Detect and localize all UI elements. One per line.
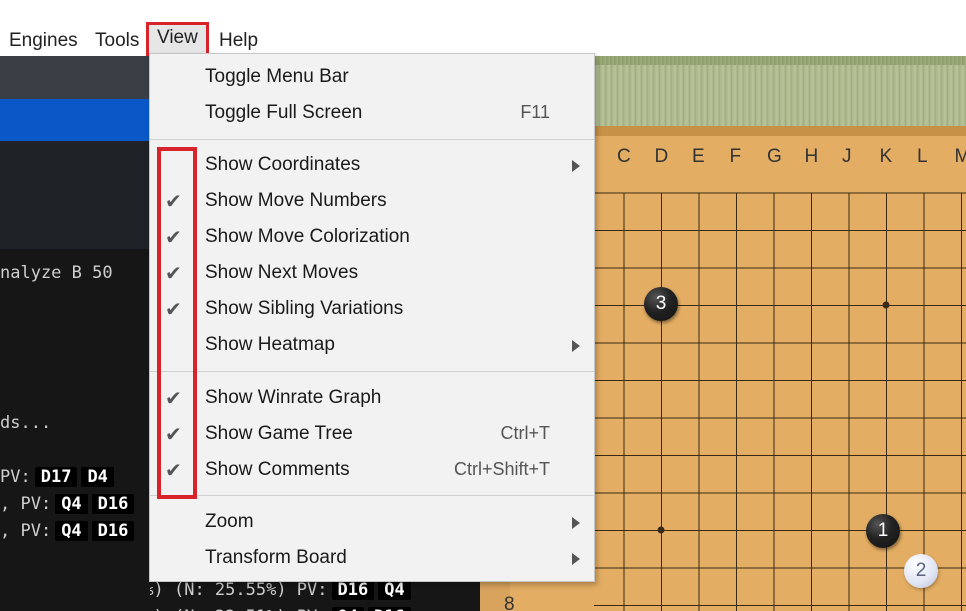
submenu-arrow-icon xyxy=(572,160,580,172)
submenu-arrow-icon xyxy=(572,553,580,565)
menu-item-show-move-numbers[interactable]: ✔ Show Move Numbers xyxy=(150,184,594,220)
menu-item-transform-board[interactable]: Transform Board xyxy=(150,541,594,577)
checkmark-highlight-box xyxy=(157,147,197,499)
log-line: %) (LCB: 41.87%) (N: 25.55%) PV:D16Q4 xyxy=(150,580,411,600)
menu-item-shortcut: Ctrl+Shift+T xyxy=(453,459,550,479)
black-stone[interactable]: 3 xyxy=(644,287,678,321)
column-coordinate: C xyxy=(617,146,631,167)
pv-move-chip: D16 xyxy=(368,607,411,611)
menu-item-label: Show Move Numbers xyxy=(205,190,387,211)
pv-move-chip: Q4 xyxy=(55,494,88,514)
menu-item-show-sibling-variations[interactable]: ✔ Show Sibling Variations xyxy=(150,292,594,328)
menu-item-show-winrate-graph[interactable]: ✔ Show Winrate Graph xyxy=(150,381,594,417)
next-move-suggestion[interactable]: 2 xyxy=(904,554,938,588)
menu-engines[interactable]: Engines xyxy=(5,28,82,54)
pv-move-chip: D16 xyxy=(331,580,375,600)
pv-move-chip: Q4 xyxy=(331,607,364,611)
menu-item-label: Show Heatmap xyxy=(205,334,335,355)
log-text: , PV: xyxy=(0,494,52,514)
submenu-arrow-icon xyxy=(572,340,580,352)
submenu-arrow-icon xyxy=(572,517,580,529)
menu-separator xyxy=(150,495,594,496)
log-line: PV: D17 D4 xyxy=(0,467,114,487)
menu-item-zoom[interactable]: Zoom xyxy=(150,505,594,541)
menu-item-label: Toggle Full Screen xyxy=(205,102,363,123)
log-line: %) (LCB: 41.86%) (N: 22.51%) PV:Q4 D16 xyxy=(150,607,411,611)
log-text: PV: xyxy=(0,467,31,487)
view-menu-dropdown: Toggle Menu Bar Toggle Full Screen F11 Show… xyxy=(149,53,595,582)
log-line: nalyze B 50 xyxy=(0,263,113,283)
menu-help[interactable]: Help xyxy=(215,28,262,54)
pv-move-chip: D16 xyxy=(91,494,135,514)
menu-bar: Engines Tools View Help xyxy=(0,0,966,56)
menu-item-label: Show Game Tree xyxy=(205,423,353,444)
log-line: ds... xyxy=(0,413,51,433)
menu-item-label: Show Sibling Variations xyxy=(205,298,404,319)
pv-move-chip: D4 xyxy=(81,467,114,487)
engine-log-panel: nalyze B 50 ds... PV: D17 D4, PV: Q4 D16, PV:… xyxy=(0,56,150,611)
menu-item-show-coordinates[interactable]: Show Coordinates xyxy=(150,148,594,184)
menu-item-shortcut: F11 xyxy=(520,102,550,122)
row-coordinate: 8 xyxy=(504,594,515,611)
move-number: 3 xyxy=(655,293,667,314)
move-number: 2 xyxy=(915,560,927,581)
column-coordinate: F xyxy=(729,146,742,167)
column-coordinate: E xyxy=(692,146,705,167)
menu-item-show-next-moves[interactable]: ✔ Show Next Moves xyxy=(150,256,594,292)
pv-move-chip: D16 xyxy=(91,521,135,541)
move-number: 1 xyxy=(877,520,889,541)
log-text: , PV: xyxy=(0,521,52,541)
pv-move-chip: Q4 xyxy=(378,580,411,600)
menu-item-show-comments[interactable]: ✔ Show Comments Ctrl+Shift+T xyxy=(150,453,594,489)
menu-tools[interactable]: Tools xyxy=(91,28,143,54)
menu-item-label: Show Next Moves xyxy=(205,262,359,283)
tatami-background xyxy=(594,56,966,130)
log-output-continuation: %) (LCB: 41.87%) (N: 25.55%) PV:D16Q4%) … xyxy=(150,580,480,611)
log-upper-area xyxy=(0,141,150,249)
column-coordinate: H xyxy=(804,146,819,167)
column-coordinate: D xyxy=(654,146,669,167)
column-coordinate: L xyxy=(917,146,928,167)
log-text: ds... xyxy=(0,413,52,433)
selected-row-band xyxy=(0,99,150,141)
log-text: %) (LCB: 41.87%) (N: 25.55%) PV: xyxy=(150,580,328,600)
pv-move-chip: D17 xyxy=(34,467,78,487)
menu-item-shortcut: Ctrl+T xyxy=(500,423,551,443)
menu-separator xyxy=(150,371,594,372)
menu-item-label: Show Winrate Graph xyxy=(205,387,382,408)
menu-item-show-move-colorization[interactable]: ✔ Show Move Colorization xyxy=(150,220,594,256)
column-coordinate: G xyxy=(767,146,782,167)
menu-separator xyxy=(150,139,594,140)
menu-item-label: Show Move Colorization xyxy=(205,226,410,247)
menu-item-label: Show Comments xyxy=(205,459,350,480)
log-text: %) (LCB: 41.86%) (N: 22.51%) PV: xyxy=(150,607,328,611)
log-line: , PV: Q4 D16 xyxy=(0,494,135,514)
menu-view[interactable]: View xyxy=(146,22,209,56)
star-point xyxy=(657,526,665,534)
black-stone[interactable]: 1 xyxy=(866,514,900,548)
menu-item-toggle-full-screen[interactable]: Toggle Full Screen F11 xyxy=(150,96,594,132)
menu-item-show-heatmap[interactable]: Show Heatmap xyxy=(150,328,594,364)
log-text: nalyze B 50 xyxy=(0,263,113,283)
column-coordinate: K xyxy=(879,146,893,167)
log-header-band xyxy=(0,56,150,99)
star-point xyxy=(882,301,890,309)
menu-item-label: Toggle Menu Bar xyxy=(205,66,349,87)
menu-item-show-game-tree[interactable]: ✔ Show Game Tree Ctrl+T xyxy=(150,417,594,453)
menu-item-label: Zoom xyxy=(205,511,254,532)
log-line: , PV: Q4 D16 xyxy=(0,521,135,541)
menu-item-label: Show Coordinates xyxy=(205,154,361,175)
column-coordinate: J xyxy=(842,146,852,167)
menu-item-label: Transform Board xyxy=(205,547,347,568)
column-coordinate: M xyxy=(954,146,966,167)
menu-item-toggle-menu-bar[interactable]: Toggle Menu Bar xyxy=(150,60,594,96)
pv-move-chip: Q4 xyxy=(55,521,88,541)
